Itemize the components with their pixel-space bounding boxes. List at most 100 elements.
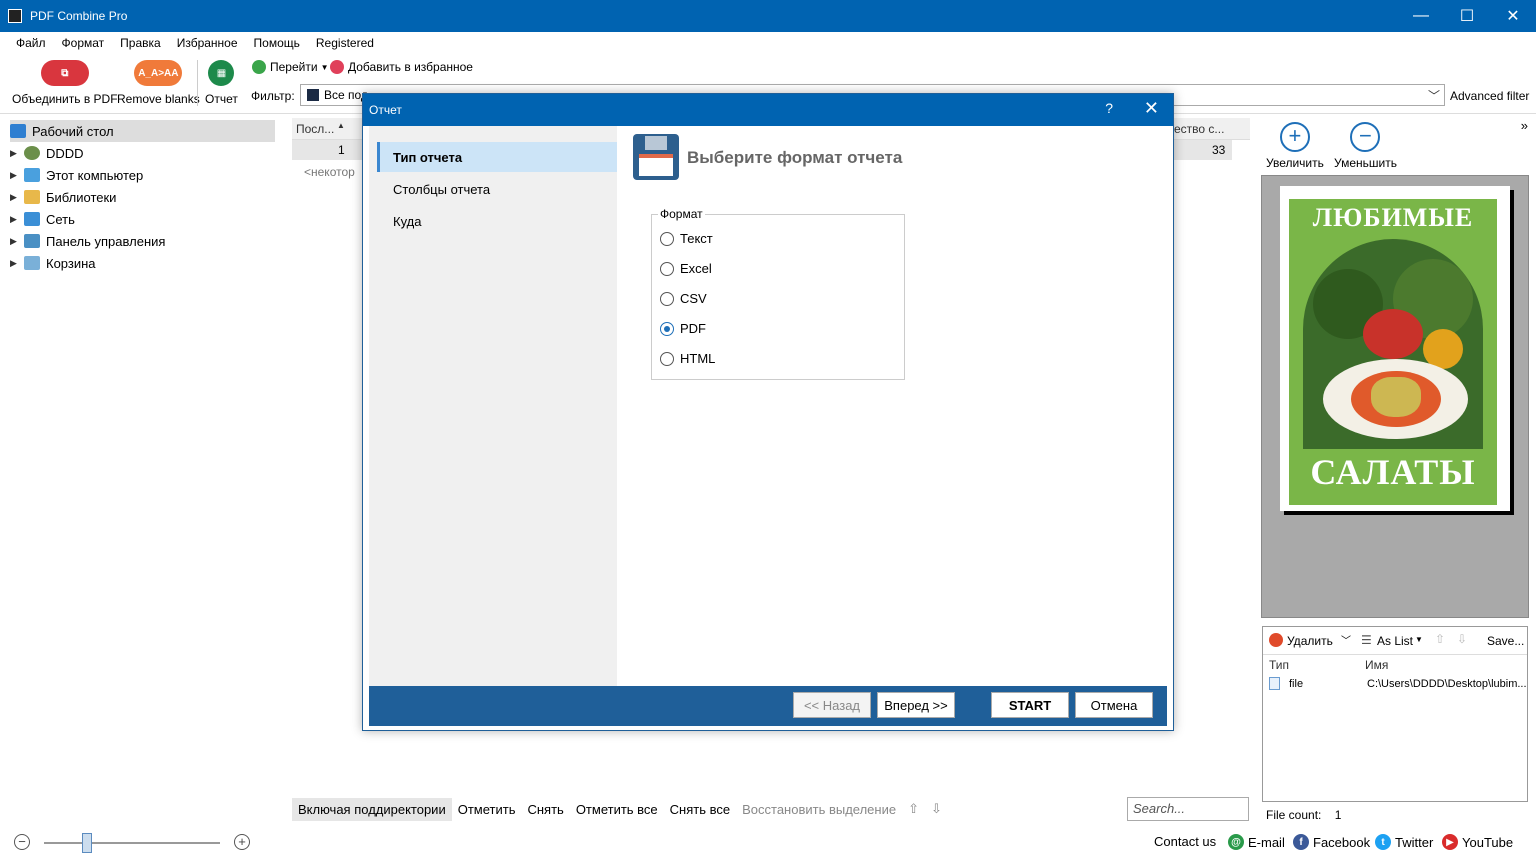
- combine-to-pdf-button[interactable]: ⧉ Объединить в PDF: [12, 60, 118, 106]
- radio-html[interactable]: HTML: [660, 351, 715, 366]
- twitter-icon: t: [1375, 834, 1391, 850]
- zoom-out-label: Уменьшить: [1334, 156, 1397, 170]
- menu-file[interactable]: Файл: [8, 36, 54, 50]
- twitter-link[interactable]: t Twitter: [1375, 834, 1433, 850]
- menu-edit[interactable]: Правка: [112, 36, 169, 50]
- step-destination[interactable]: Куда: [377, 206, 617, 236]
- chevron-down-icon[interactable]: ﹀: [1341, 632, 1351, 647]
- preview-page: ЛЮБИМЫЕ САЛАТЫ: [1280, 186, 1510, 511]
- remove-blanks-button[interactable]: A_A>AA Remove blanks: [117, 60, 200, 106]
- close-button[interactable]: ✕: [1490, 0, 1536, 32]
- tree-item-control-panel[interactable]: ▶ Панель управления: [10, 230, 165, 252]
- file-list-item[interactable]: file C:\Users\DDDD\Desktop\lubim...: [1263, 675, 1527, 693]
- grid-placeholder: <некотор: [304, 165, 355, 179]
- file-path: C:\Users\DDDD\Desktop\lubim...: [1367, 678, 1527, 690]
- radio-text[interactable]: Текст: [660, 231, 713, 246]
- zoom-out-button[interactable]: − Уменьшить: [1334, 122, 1397, 170]
- plate-dish: [1371, 377, 1421, 417]
- search-input[interactable]: Search...: [1127, 797, 1249, 821]
- include-subdirs-toggle[interactable]: Включая поддиректории: [292, 797, 452, 821]
- tree-item-network[interactable]: ▶ Сеть: [10, 208, 75, 230]
- unmark-all-button[interactable]: Снять все: [664, 802, 736, 817]
- back-button[interactable]: << Назад: [793, 692, 871, 718]
- wizard-steps: Тип отчета Столбцы отчета Куда: [369, 126, 617, 686]
- column-header-first[interactable]: Посл...: [296, 122, 334, 136]
- goto-button[interactable]: Перейти ▼: [252, 60, 328, 74]
- expand-arrow-icon[interactable]: ▶: [10, 214, 24, 225]
- move-down-icon[interactable]: ⇩: [1457, 632, 1467, 646]
- report-button[interactable]: ▦ Отчет: [205, 60, 238, 106]
- app-logo-icon: [8, 9, 22, 23]
- tree-item-label: DDDD: [46, 145, 84, 161]
- maximize-button[interactable]: ☐: [1444, 0, 1490, 32]
- radio-button[interactable]: [660, 231, 674, 246]
- tree-item-dddd[interactable]: ▶ DDDD: [10, 142, 84, 164]
- unmark-button[interactable]: Снять: [521, 802, 569, 817]
- combine-to-pdf-label: Объединить в PDF: [12, 92, 118, 106]
- youtube-link[interactable]: ▶ YouTube: [1442, 834, 1513, 850]
- floppy-shutter: [645, 136, 667, 150]
- column-type[interactable]: Тип: [1269, 658, 1289, 672]
- tree-item-libraries[interactable]: ▶ Библиотеки: [10, 186, 116, 208]
- dialog-title: Отчет: [369, 103, 402, 117]
- radio-csv[interactable]: CSV: [660, 291, 707, 306]
- step-report-columns[interactable]: Столбцы отчета: [377, 174, 617, 204]
- as-list-button[interactable]: As List: [1377, 634, 1413, 648]
- radio-button[interactable]: [660, 351, 674, 366]
- tree-item-label: Панель управления: [46, 233, 166, 249]
- radio-button[interactable]: [660, 261, 674, 276]
- expand-arrow-icon[interactable]: ▶: [10, 258, 24, 269]
- tree-item-desktop[interactable]: Рабочий стол: [10, 120, 275, 142]
- dialog-close-icon[interactable]: ✕: [1144, 98, 1159, 119]
- zoom-slider-thumb[interactable]: [82, 833, 92, 853]
- expand-arrow-icon[interactable]: ▶: [10, 170, 24, 181]
- move-up-icon[interactable]: ⇧: [1435, 632, 1445, 646]
- menu-registered[interactable]: Registered: [308, 36, 382, 50]
- mark-all-button[interactable]: Отметить все: [570, 802, 664, 817]
- zoom-slider-track[interactable]: [44, 842, 220, 844]
- step-report-type[interactable]: Тип отчета: [377, 142, 617, 172]
- email-link[interactable]: @ E-mail: [1228, 834, 1285, 850]
- help-icon[interactable]: ?: [1105, 100, 1113, 116]
- zoom-in-button[interactable]: + Увеличить: [1266, 122, 1324, 170]
- expand-arrow-icon[interactable]: ▶: [10, 236, 24, 247]
- facebook-link[interactable]: f Facebook: [1293, 834, 1370, 850]
- tree-item-this-pc[interactable]: ▶ Этот компьютер: [10, 164, 143, 186]
- delete-button[interactable]: Удалить: [1287, 634, 1333, 648]
- mark-button[interactable]: Отметить: [452, 802, 522, 817]
- zoom-plus-icon[interactable]: +: [234, 834, 250, 850]
- cancel-button[interactable]: Отмена: [1075, 692, 1153, 718]
- tree-item-recycle-bin[interactable]: ▶ Корзина: [10, 252, 96, 274]
- advanced-filter-link[interactable]: Advanced filter: [1450, 89, 1529, 103]
- next-button[interactable]: Вперед >>: [877, 692, 955, 718]
- tree-item-label: Библиотеки: [46, 189, 117, 205]
- menu-format[interactable]: Формат: [54, 36, 113, 50]
- zoom-minus-icon[interactable]: −: [14, 834, 30, 850]
- column-name[interactable]: Имя: [1365, 658, 1388, 672]
- add-favorite-button[interactable]: Добавить в избранное: [330, 60, 473, 74]
- format-group: Формат Текст Excel CSV PDF HTML: [651, 207, 905, 380]
- control-panel-icon: [24, 234, 40, 248]
- report-label: Отчет: [205, 92, 238, 106]
- radio-button-selected[interactable]: [660, 321, 674, 336]
- minimize-button[interactable]: —: [1398, 0, 1444, 32]
- restore-selection-button[interactable]: Восстановить выделение: [736, 802, 902, 817]
- list-icon: ☰: [1361, 633, 1372, 647]
- cover-illustration: [1303, 239, 1483, 449]
- expand-arrow-icon[interactable]: ▶: [10, 148, 24, 159]
- arrow-up-icon[interactable]: ⇧: [902, 801, 925, 817]
- cover-title-top: ЛЮБИМЫЕ: [1312, 203, 1474, 232]
- radio-pdf[interactable]: PDF: [660, 321, 706, 336]
- expand-arrow-icon[interactable]: ▶: [10, 192, 24, 203]
- radio-excel[interactable]: Excel: [660, 261, 712, 276]
- save-button[interactable]: Save...: [1487, 634, 1524, 648]
- expand-panel-icon[interactable]: »: [1521, 118, 1528, 133]
- app-title: PDF Combine Pro: [30, 9, 128, 23]
- column-header-count[interactable]: ество с...: [1174, 122, 1224, 136]
- menu-favorites[interactable]: Избранное: [169, 36, 246, 50]
- arrow-down-icon[interactable]: ⇩: [925, 801, 948, 817]
- contact-us-link[interactable]: Contact us: [1154, 834, 1216, 849]
- menu-help[interactable]: Помощь: [246, 36, 308, 50]
- radio-button[interactable]: [660, 291, 674, 306]
- start-button[interactable]: START: [991, 692, 1069, 718]
